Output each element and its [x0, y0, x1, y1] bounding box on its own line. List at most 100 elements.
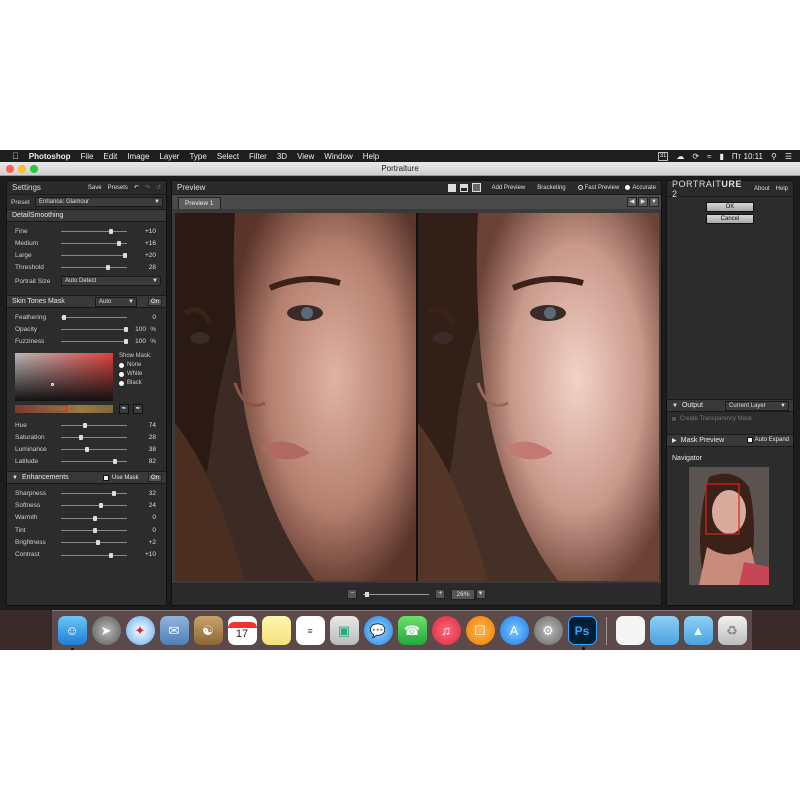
finder-icon[interactable]: ☺ — [57, 616, 87, 650]
enhancements-section[interactable]: ▼ Enhancements Use Mask On — [7, 471, 166, 484]
split-horizontal-icon[interactable] — [459, 183, 468, 192]
contrast-slider[interactable] — [61, 552, 127, 558]
clock[interactable]: Пт 10:11 — [732, 152, 763, 161]
large-slider[interactable] — [61, 253, 128, 258]
menu-select[interactable]: Select — [217, 152, 239, 161]
latitude-slider-knob[interactable] — [113, 459, 118, 464]
warmth-slider-knob[interactable] — [93, 515, 97, 521]
eyedropper-icon[interactable]: ✒ — [119, 404, 129, 414]
checkbox-icon[interactable] — [103, 475, 109, 481]
fine-value[interactable]: +10 — [145, 228, 156, 235]
sync-icon[interactable]: ⟳ — [692, 152, 699, 161]
battery-icon[interactable]: ▮ — [720, 152, 724, 161]
add-preview-button[interactable]: Add Preview — [492, 185, 526, 191]
feathering-slider-knob[interactable] — [62, 315, 67, 320]
redo-icon[interactable]: ↷ — [145, 184, 150, 191]
preview-icon[interactable]: ▣ — [329, 616, 359, 645]
system-preferences-icon[interactable]: ⚙ — [533, 616, 563, 645]
radio-icon[interactable] — [119, 371, 124, 377]
sharpness-value[interactable]: 32 — [149, 490, 156, 497]
output-dropdown[interactable]: Current Layer ▼ — [725, 401, 789, 411]
applications-folder-icon[interactable]: ▲ — [683, 616, 713, 645]
checkbox-checked-icon[interactable] — [746, 437, 753, 443]
saturation-value[interactable]: 28 — [149, 434, 156, 441]
about-button[interactable]: About — [754, 186, 770, 192]
checkbox-icon[interactable] — [671, 416, 677, 422]
books-icon[interactable]: ☐ — [465, 616, 495, 645]
wifi-icon[interactable]: ≈ — [707, 152, 711, 161]
tab-preview-1[interactable]: Preview 1 — [178, 197, 221, 209]
calendar-icon[interactable]: 17 — [227, 616, 257, 645]
zoom-slider[interactable] — [363, 591, 430, 597]
softness-value[interactable]: 24 — [149, 502, 156, 509]
zoom-window-button[interactable] — [30, 165, 38, 173]
transparency-mask-checkbox[interactable]: Create Transparency Mask — [671, 416, 752, 422]
single-view-icon[interactable] — [447, 183, 456, 192]
preset-dropdown[interactable]: Enhance: Glamour ▼ — [35, 197, 163, 207]
bracketing-button[interactable]: Bracketing — [537, 185, 565, 191]
menu-layer[interactable]: Layer — [159, 152, 179, 161]
notes-icon[interactable] — [261, 616, 291, 645]
feathering-value[interactable]: 0 — [152, 314, 156, 321]
navigator-thumbnail[interactable] — [689, 467, 769, 585]
zoom-level[interactable]: 26% — [451, 588, 475, 600]
menu-window[interactable]: Window — [324, 152, 352, 161]
mask-preview-section[interactable]: ▶ Mask Preview Auto Expand — [667, 434, 793, 447]
undo-icon[interactable]: ↶ — [134, 184, 139, 191]
tab-menu-icon[interactable]: ▼ — [649, 197, 659, 207]
contrast-slider-knob[interactable] — [109, 552, 113, 558]
large-slider-knob[interactable] — [123, 253, 128, 258]
luminance-slider[interactable] — [61, 447, 127, 452]
luminance-value[interactable]: 38 — [149, 446, 156, 453]
latitude-slider[interactable] — [61, 459, 127, 464]
skin-mask-section[interactable]: Skin Tones Mask Auto ▼ On — [7, 295, 166, 308]
tint-slider-knob[interactable] — [93, 528, 97, 534]
close-window-button[interactable] — [6, 165, 14, 173]
zoom-menu-icon[interactable]: ▾ — [475, 589, 486, 599]
show-mask-white-option[interactable]: White — [119, 371, 152, 377]
cloud-icon[interactable]: ☁ — [676, 152, 684, 161]
saturation-slider-knob[interactable] — [78, 435, 83, 440]
output-section[interactable]: ▼ Output Current Layer ▼ — [667, 399, 793, 412]
menu-view[interactable]: View — [297, 152, 314, 161]
notification-center-icon[interactable]: ☰ — [785, 152, 792, 161]
contrast-value[interactable]: +10 — [145, 551, 156, 558]
opacity-value[interactable]: 100 — [135, 326, 146, 333]
enhancements-on-toggle[interactable]: On — [147, 474, 162, 482]
tab-right-icon[interactable]: ▶ — [638, 197, 648, 207]
auto-expand-checkbox[interactable]: Auto Expand — [746, 437, 789, 443]
trash-icon[interactable]: ♻ — [717, 616, 747, 645]
brightness-slider-knob[interactable] — [96, 540, 101, 546]
eyedropper-plus-icon[interactable]: ✒ — [133, 404, 143, 414]
threshold-slider[interactable] — [61, 265, 127, 270]
large-value[interactable]: +20 — [145, 252, 156, 259]
warmth-slider[interactable] — [61, 515, 127, 521]
fuzziness-slider-knob[interactable] — [123, 339, 128, 344]
show-mask-black-option[interactable]: Black — [119, 380, 152, 386]
menu-edit[interactable]: Edit — [103, 152, 117, 161]
detail-smoothing-section[interactable]: DetailSmoothing — [7, 209, 166, 222]
opacity-slider-knob[interactable] — [123, 327, 128, 332]
menu-3d[interactable]: 3D — [277, 152, 287, 161]
skin-mask-on-toggle[interactable]: On — [147, 298, 162, 306]
medium-slider-knob[interactable] — [117, 241, 122, 246]
fine-slider[interactable] — [61, 229, 127, 234]
softness-slider-knob[interactable] — [99, 503, 104, 509]
feathering-slider[interactable] — [61, 315, 127, 320]
hue-slider[interactable] — [61, 423, 127, 428]
show-mask-none-option[interactable]: None — [119, 362, 152, 368]
menu-file[interactable]: File — [81, 152, 94, 161]
sharpness-slider[interactable] — [61, 491, 127, 497]
help-button[interactable]: Help — [776, 186, 788, 192]
radio-selected-icon[interactable] — [625, 185, 631, 190]
facetime-icon[interactable]: ☎ — [397, 616, 427, 645]
save-button[interactable]: Save — [88, 185, 102, 191]
latitude-value[interactable]: 82 — [149, 458, 156, 465]
hue-range-selection[interactable] — [37, 405, 67, 412]
photoshop-icon[interactable]: Ps — [567, 616, 597, 650]
tab-left-icon[interactable]: ◀ — [627, 197, 637, 207]
radio-icon[interactable] — [119, 380, 124, 386]
apple-menu-icon[interactable]:  — [12, 151, 19, 161]
saturation-slider[interactable] — [61, 435, 127, 440]
tint-value[interactable]: 0 — [152, 527, 156, 534]
